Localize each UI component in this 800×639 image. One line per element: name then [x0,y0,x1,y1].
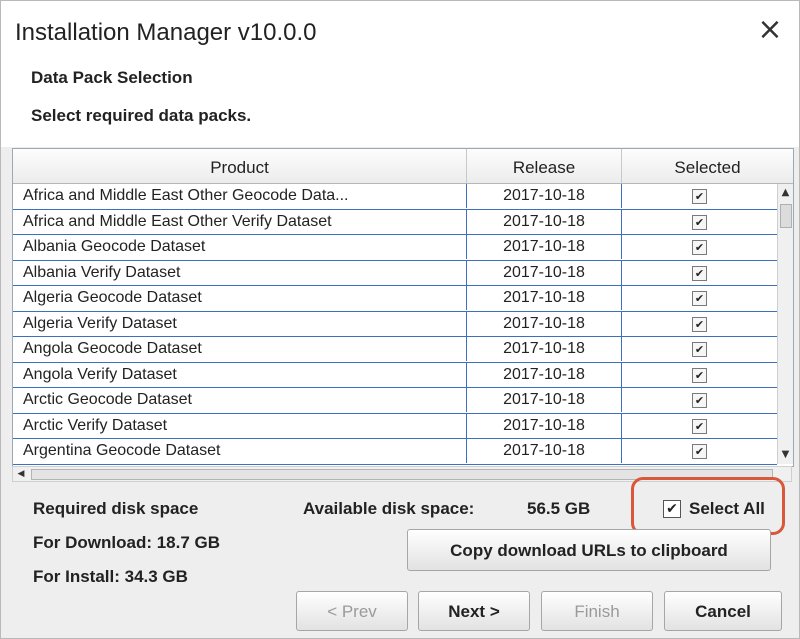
release-cell: 2017-10-18 [467,286,622,310]
table-row[interactable]: Algeria Verify Dataset 2017-10-18 ✔ [13,311,777,337]
row-selected-checkbox[interactable]: ✔ [692,265,707,281]
product-cell: Algeria Verify Dataset [13,311,467,336]
data-pack-table: Product Release Selected Africa and Midd… [12,148,794,467]
next-button[interactable]: Next > [418,591,530,631]
finish-button[interactable]: Finish [541,591,653,631]
column-header-selected[interactable]: Selected [622,149,793,183]
table-row[interactable]: Africa and Middle East Other Verify Data… [13,209,777,235]
release-cell: 2017-10-18 [467,439,622,463]
selected-cell: ✔ [622,337,777,361]
product-cell: Angola Geocode Dataset [13,337,467,361]
available-disk-space-value: 56.5 GB [527,499,591,518]
cancel-button[interactable]: Cancel [664,591,782,631]
product-cell: Albania Verify Dataset [13,260,467,285]
row-selected-checkbox[interactable]: ✔ [692,342,707,357]
release-cell: 2017-10-18 [467,362,622,387]
select-all-checkbox[interactable]: ✔ [663,500,681,518]
column-header-product[interactable]: Product [13,149,467,183]
selected-cell: ✔ [622,235,777,259]
header-pane: Data Pack Selection Select required data… [1,63,799,147]
table-row[interactable]: Arctic Verify Dataset 2017-10-18 ✔ [13,413,777,439]
selected-cell: ✔ [622,439,777,463]
selected-cell: ✔ [622,363,777,387]
vertical-scrollbar[interactable]: ▲ ▼ [777,184,793,464]
row-selected-checkbox[interactable]: ✔ [692,240,707,255]
product-cell: Africa and Middle East Other Verify Data… [13,209,467,234]
available-disk-space-label: Available disk space: [303,499,475,518]
install-size-label: For Install: 34.3 GB [33,567,188,586]
selected-cell: ✔ [622,286,777,310]
row-selected-checkbox[interactable]: ✔ [692,444,707,459]
download-size-label: For Download: 18.7 GB [33,533,221,552]
row-selected-checkbox[interactable]: ✔ [692,367,707,383]
installation-manager-window: Installation Manager v10.0.0 × Data Pack… [0,0,800,639]
product-cell: Argentina Geocode Dataset [13,439,467,463]
product-cell: Arctic Verify Dataset [13,413,467,438]
close-icon[interactable]: × [755,13,785,47]
product-cell: Albania Geocode Dataset [13,235,467,259]
table-row[interactable]: Angola Geocode Dataset 2017-10-18 ✔ [13,337,777,363]
product-cell: Angola Verify Dataset [13,362,467,387]
prev-button[interactable]: < Prev [296,591,408,631]
table-header: Product Release Selected [13,149,793,184]
vertical-scroll-thumb[interactable] [780,204,792,228]
product-cell: Algeria Geocode Dataset [13,286,467,310]
scroll-down-icon[interactable]: ▼ [778,446,793,464]
table-row[interactable]: Albania Geocode Dataset 2017-10-18 ✔ [13,235,777,261]
table-row[interactable]: Africa and Middle East Other Geocode Dat… [13,184,777,210]
selected-cell: ✔ [622,210,777,234]
product-cell: Africa and Middle East Other Geocode Dat… [13,184,467,208]
release-cell: 2017-10-18 [467,337,622,361]
product-cell: Arctic Geocode Dataset [13,388,467,412]
selected-cell: ✔ [622,388,777,412]
scroll-up-icon[interactable]: ▲ [778,184,793,202]
release-cell: 2017-10-18 [467,311,622,336]
selected-cell: ✔ [622,312,777,336]
copy-download-urls-button[interactable]: Copy download URLs to clipboard [407,529,771,571]
selected-cell: ✔ [622,414,777,438]
row-selected-checkbox[interactable]: ✔ [692,418,707,434]
release-cell: 2017-10-18 [467,209,622,234]
scroll-left-icon[interactable]: ◀ [13,467,29,481]
release-cell: 2017-10-18 [467,184,622,208]
table-row[interactable]: Albania Verify Dataset 2017-10-18 ✔ [13,260,777,286]
select-all-label[interactable]: Select All [689,499,765,519]
row-selected-checkbox[interactable]: ✔ [692,189,707,204]
release-cell: 2017-10-18 [467,413,622,438]
row-selected-checkbox[interactable]: ✔ [692,316,707,332]
release-cell: 2017-10-18 [467,235,622,259]
release-cell: 2017-10-18 [467,260,622,285]
table-row[interactable]: Algeria Geocode Dataset 2017-10-18 ✔ [13,286,777,312]
table-row[interactable]: Arctic Geocode Dataset 2017-10-18 ✔ [13,388,777,414]
column-header-release[interactable]: Release [467,149,622,183]
section-description: Select required data packs. [31,106,252,125]
row-selected-checkbox[interactable]: ✔ [692,393,707,408]
section-title: Data Pack Selection [31,68,193,87]
selected-cell: ✔ [622,261,777,285]
title-bar: Installation Manager v10.0.0 × [1,1,799,63]
table-body: Africa and Middle East Other Geocode Dat… [13,184,777,465]
row-selected-checkbox[interactable]: ✔ [692,214,707,230]
table-row[interactable]: Angola Verify Dataset 2017-10-18 ✔ [13,362,777,388]
release-cell: 2017-10-18 [467,388,622,412]
required-disk-space-label: Required disk space [33,499,199,518]
row-selected-checkbox[interactable]: ✔ [692,291,707,306]
selected-cell: ✔ [622,184,777,208]
table-row[interactable]: Argentina Geocode Dataset 2017-10-18 ✔ [13,439,777,465]
window-title: Installation Manager v10.0.0 [15,19,317,46]
